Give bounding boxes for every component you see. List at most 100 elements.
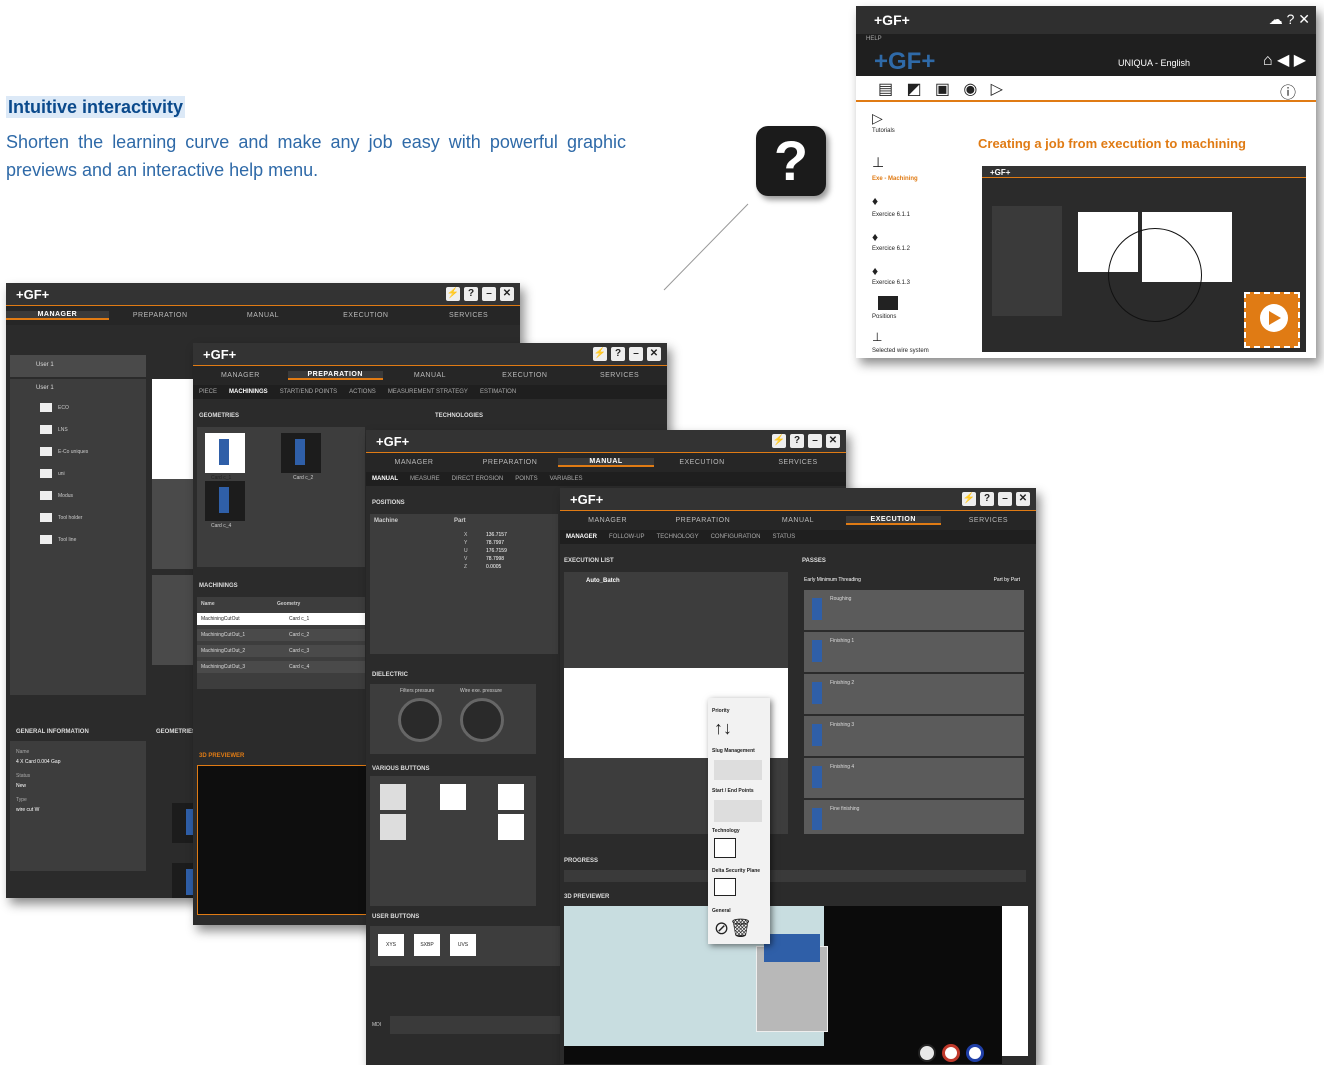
subtab-measurement-strategy[interactable]: MEASUREMENT STRATEGY — [388, 389, 468, 395]
window-controls[interactable]: ⚡? – ✕ — [446, 287, 514, 301]
tree-item[interactable]: Tool holder — [58, 515, 82, 521]
tab-manager[interactable]: MANAGER — [6, 311, 109, 320]
language-select[interactable]: UNIQUA - English — [1118, 58, 1190, 68]
pass-item[interactable]: Fine finishing — [804, 800, 1024, 834]
job-card[interactable] — [152, 479, 198, 569]
subtab-follow-up[interactable]: FOLLOW-UP — [609, 534, 645, 540]
user-button-uvs[interactable]: UVS — [450, 934, 476, 956]
tab-manager[interactable]: MANAGER — [560, 517, 655, 524]
tab-execution[interactable]: EXECUTION — [654, 459, 750, 466]
window-controls-icon[interactable]: ☁ ? ✕ — [1269, 11, 1310, 28]
priority-up-down-icon[interactable]: ↑↓ — [714, 718, 732, 739]
frame-button[interactable] — [380, 814, 406, 840]
nav-selected-wire-system[interactable]: Selected wire system — [872, 348, 929, 354]
pass-item[interactable]: Finishing 3 — [804, 716, 1024, 756]
slug-buttons[interactable] — [714, 760, 762, 780]
tree-item[interactable]: uni — [58, 471, 65, 477]
tab-manual[interactable]: MANUAL — [383, 372, 478, 379]
subtab-configuration[interactable]: CONFIGURATION — [711, 534, 761, 540]
nav-positions[interactable]: Positions — [872, 314, 896, 320]
subtab-start-end-points[interactable]: START/END POINTS — [280, 389, 337, 395]
tab-execution[interactable]: EXECUTION — [845, 516, 941, 525]
window-controls[interactable]: ⚡? – ✕ — [962, 492, 1030, 506]
geometry-thumb[interactable] — [205, 433, 245, 473]
job-card[interactable] — [152, 575, 198, 665]
subtab-piece[interactable]: PIECE — [199, 389, 217, 395]
tree-item[interactable]: Modus — [58, 493, 73, 499]
cancel-delete-icon[interactable]: ⊘🗑 — [714, 918, 752, 939]
tutorials-icon[interactable]: ▷ — [872, 110, 883, 127]
nav-exe-machining[interactable]: Exe - Machining — [872, 176, 918, 182]
tab-execution[interactable]: EXECUTION — [477, 372, 572, 379]
batch-name[interactable]: Auto_Batch — [586, 578, 620, 584]
3d-previewer[interactable] — [564, 906, 1002, 1064]
geometry-thumb[interactable] — [281, 433, 321, 473]
viewer-toolbar[interactable] — [1002, 906, 1028, 1056]
tab-manual[interactable]: MANUAL — [750, 517, 845, 524]
pass-item[interactable]: Finishing 2 — [804, 674, 1024, 714]
subtab-technology[interactable]: TECHNOLOGY — [657, 534, 699, 540]
tool-button[interactable] — [498, 784, 524, 810]
tree-item[interactable]: LNS — [58, 427, 68, 433]
help-video-preview[interactable]: +GF+ — [982, 166, 1306, 352]
tree-item[interactable]: User 1 — [36, 385, 54, 391]
tab-services[interactable]: SERVICES — [417, 312, 520, 319]
pass-item[interactable]: Roughing — [804, 590, 1024, 630]
tab-preparation[interactable]: PREPARATION — [462, 459, 558, 466]
table-row[interactable]: MachiningCutOut_3 Card c_4 — [197, 661, 365, 673]
tree-item[interactable]: Tool line — [58, 537, 76, 543]
subtab-machinings[interactable]: MACHININGS — [229, 389, 268, 395]
nav-exercise-611[interactable]: Exercice 6.1.1 — [872, 212, 910, 218]
tree-item[interactable]: ECO — [58, 405, 69, 411]
pass-item[interactable]: Finishing 4 — [804, 758, 1024, 798]
stop-icon[interactable] — [966, 1044, 984, 1062]
window-controls[interactable]: ⚡? – ✕ — [593, 347, 661, 361]
tab-manual[interactable]: MANUAL — [212, 312, 315, 319]
table-row[interactable]: MachiningCutOut_1 Card c_2 — [197, 629, 365, 641]
tab-manager[interactable]: MANAGER — [366, 459, 462, 466]
tab-manager[interactable]: MANAGER — [193, 372, 288, 379]
3d-previewer[interactable] — [197, 765, 367, 915]
user-button-sxbp[interactable]: SXBP — [414, 934, 440, 956]
subtab-actions[interactable]: ACTIONS — [349, 389, 376, 395]
nav-exercise-613[interactable]: Exercice 6.1.3 — [872, 280, 910, 286]
tab-services[interactable]: SERVICES — [941, 517, 1036, 524]
geometry-thumb[interactable] — [205, 481, 245, 521]
info-icon[interactable]: ⓘ — [1280, 79, 1296, 103]
window-controls[interactable]: ⚡? – ✕ — [772, 434, 840, 448]
tab-services[interactable]: SERVICES — [572, 372, 667, 379]
wire-threading-button[interactable] — [380, 784, 406, 810]
tab-services[interactable]: SERVICES — [750, 459, 846, 466]
mdi-input[interactable] — [390, 1016, 570, 1034]
subtab-manual[interactable]: MANUAL — [372, 476, 398, 482]
subtab-estimation[interactable]: ESTIMATION — [480, 389, 516, 395]
pass-item[interactable]: Finishing 1 — [804, 632, 1024, 672]
tree-item[interactable]: E-Co uniques — [58, 449, 88, 455]
toolbar-icons[interactable]: ▤ ◩ ▣ ◉ ▷ — [878, 79, 1003, 99]
delta-plane-button[interactable] — [714, 878, 736, 896]
tab-execution[interactable]: EXECUTION — [314, 312, 417, 319]
play-icon[interactable] — [918, 1044, 936, 1062]
power-button[interactable] — [440, 784, 466, 810]
user-select[interactable]: User 1 — [10, 355, 146, 377]
pause-icon[interactable] — [942, 1044, 960, 1062]
tab-preparation[interactable]: PREPARATION — [109, 312, 212, 319]
subtab-manager[interactable]: MANAGER — [566, 534, 597, 540]
subtab-direct-erosion[interactable]: DIRECT EROSION — [452, 476, 504, 482]
nav-exercise-612[interactable]: Exercice 6.1.2 — [872, 246, 910, 252]
tab-manual[interactable]: MANUAL — [558, 458, 654, 467]
technology-button[interactable] — [714, 838, 736, 858]
user-button-xys[interactable]: XYS — [378, 934, 404, 956]
subtab-points[interactable]: POINTS — [515, 476, 537, 482]
subtab-measure[interactable]: MEASURE — [410, 476, 440, 482]
subtab-variables[interactable]: VARIABLES — [550, 476, 583, 482]
tab-preparation[interactable]: PREPARATION — [655, 517, 750, 524]
play-video-icon[interactable] — [1244, 292, 1300, 348]
flush-button[interactable] — [498, 814, 524, 840]
nav-tutorials[interactable]: Tutorials — [872, 128, 895, 134]
home-back-forward-icon[interactable]: ⌂ ◀ ▶ — [1263, 50, 1306, 70]
tab-preparation[interactable]: PREPARATION — [287, 371, 383, 380]
pass-mode-select[interactable]: Early Minimum Threading Part by Part — [798, 572, 1026, 588]
table-row[interactable]: MachiningCutOut_2 Card c_3 — [197, 645, 365, 657]
table-row[interactable]: MachiningCutOut Card c_1 — [197, 613, 365, 625]
